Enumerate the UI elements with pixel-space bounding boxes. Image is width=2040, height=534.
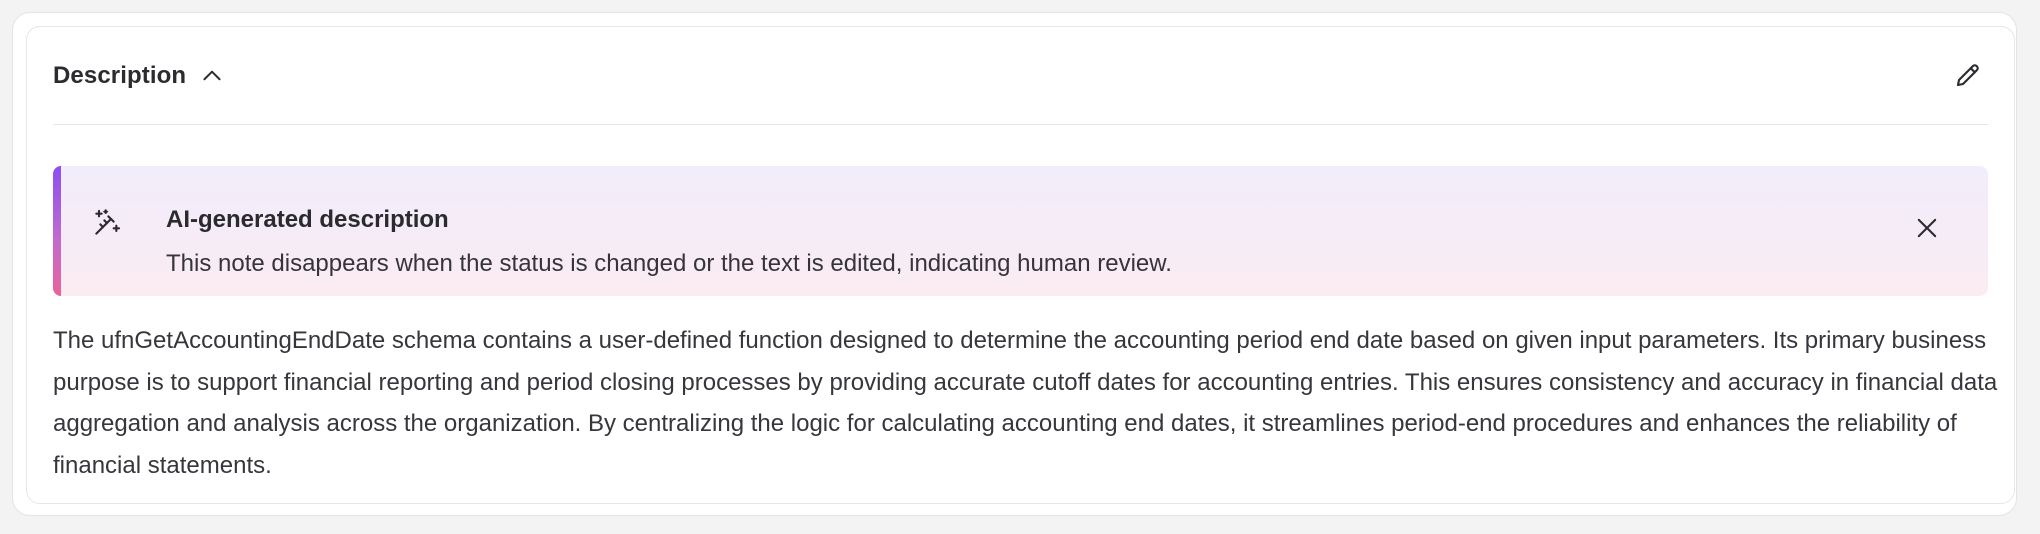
section-title: Description [53, 62, 187, 89]
description-header: Description [53, 27, 1988, 125]
description-card: Description AI-generated description Thi… [26, 26, 2015, 504]
banner-message: This note disappears when the status is … [166, 250, 1172, 277]
ai-generated-banner: AI-generated description This note disap… [53, 166, 1988, 296]
banner-accent-bar [53, 166, 61, 296]
outer-frame: Description AI-generated description Thi… [12, 12, 2017, 516]
banner-close-button[interactable] [1910, 213, 1944, 247]
description-toggle[interactable]: Description [53, 60, 226, 92]
edit-button[interactable] [1948, 57, 1988, 97]
close-icon [1913, 214, 1941, 247]
chevron-up-icon[interactable] [198, 62, 226, 90]
magic-wand-icon [91, 207, 123, 239]
description-text: The ufnGetAccountingEndDate schema conta… [53, 327, 1998, 479]
banner-title: AI-generated description [166, 206, 449, 233]
pencil-icon [1953, 60, 1983, 95]
